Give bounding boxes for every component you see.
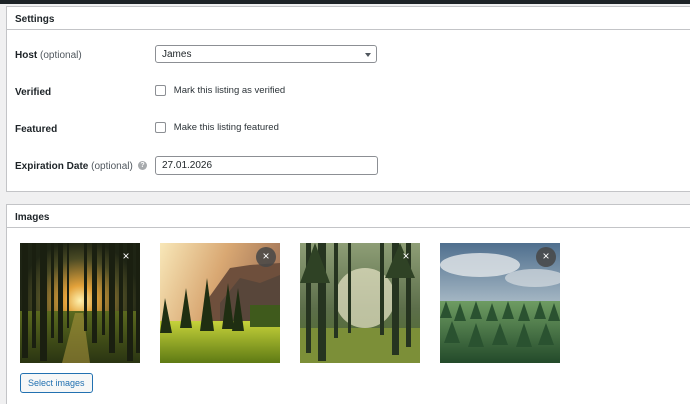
image-thumbnail-4[interactable]: × <box>440 243 560 363</box>
host-label: Host (optional) <box>15 50 82 61</box>
image-thumbnail-1[interactable]: × <box>20 243 140 363</box>
verified-checkbox[interactable] <box>155 85 166 96</box>
featured-row: Featured Make this listing featured <box>7 119 690 141</box>
chevron-down-icon <box>365 53 371 57</box>
top-bar <box>0 0 690 4</box>
host-select-value: James <box>162 49 192 60</box>
remove-image-1-button[interactable]: × <box>116 247 136 267</box>
expiration-label: Expiration Date (optional) <box>15 161 133 172</box>
remove-image-3-button[interactable]: × <box>396 247 416 267</box>
featured-label: Featured <box>15 124 58 135</box>
expiration-label-text: Expiration Date <box>15 161 89 172</box>
expiration-row: Expiration Date (optional) ? 27.01.2026 <box>7 156 690 178</box>
featured-checkbox[interactable] <box>155 122 166 133</box>
host-optional: (optional) <box>40 50 82 61</box>
host-row: Host (optional) James <box>7 45 690 67</box>
select-images-button[interactable]: Select images <box>20 373 93 393</box>
featured-option[interactable]: Make this listing featured <box>155 122 279 133</box>
image-thumbnail-3[interactable]: × <box>300 243 420 363</box>
settings-title: Settings <box>7 7 690 30</box>
expiration-optional: (optional) <box>91 161 133 172</box>
help-icon[interactable]: ? <box>138 161 147 170</box>
images-panel: Images × × × × Select images <box>6 204 690 404</box>
host-label-text: Host <box>15 50 38 61</box>
verified-row: Verified Mark this listing as verified <box>7 82 690 104</box>
images-title: Images <box>7 205 690 228</box>
verified-option[interactable]: Mark this listing as verified <box>155 85 285 96</box>
image-thumbnail-2[interactable]: × <box>160 243 280 363</box>
expiration-date-input[interactable]: 27.01.2026 <box>155 156 378 175</box>
verified-checkbox-label[interactable]: Mark this listing as verified <box>174 85 285 96</box>
remove-image-2-button[interactable]: × <box>256 247 276 267</box>
remove-image-4-button[interactable]: × <box>536 247 556 267</box>
settings-panel: Settings Host (optional) James Verified … <box>6 6 690 192</box>
featured-checkbox-label[interactable]: Make this listing featured <box>174 122 279 133</box>
host-select[interactable]: James <box>155 45 377 63</box>
verified-label: Verified <box>15 87 52 98</box>
